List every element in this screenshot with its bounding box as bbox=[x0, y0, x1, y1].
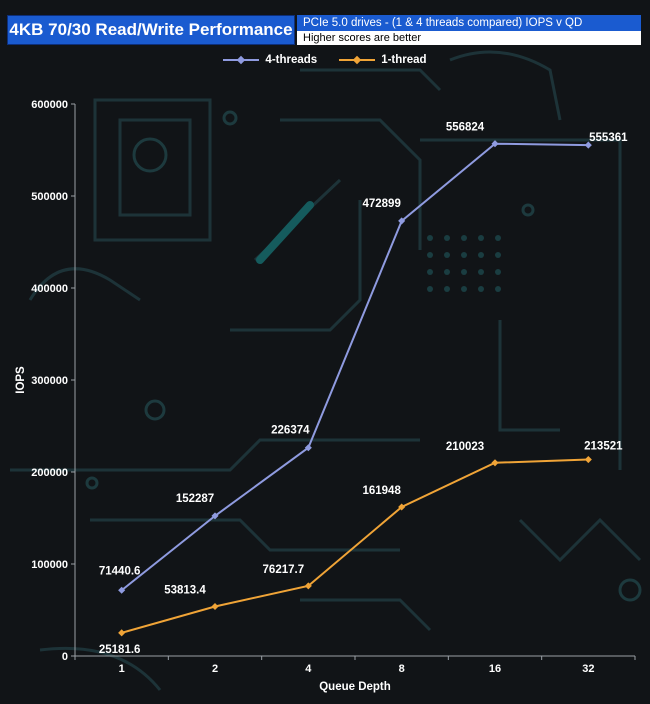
circuit-dot bbox=[427, 286, 433, 292]
circuit-dot bbox=[444, 269, 450, 275]
data-label-4-threads: 226374 bbox=[271, 425, 310, 437]
data-label-1-thread: 76217.7 bbox=[263, 564, 305, 576]
circuit-dot bbox=[495, 235, 501, 241]
circuit-dot bbox=[444, 286, 450, 292]
data-label-4-threads: 556824 bbox=[446, 122, 485, 134]
circuit-trace bbox=[10, 438, 420, 472]
circuit-trace bbox=[90, 518, 400, 552]
data-label-1-thread: 161948 bbox=[362, 485, 401, 497]
circuit-background bbox=[10, 50, 642, 691]
legend-swatch-4-threads bbox=[223, 55, 260, 65]
x-tick-label: 8 bbox=[399, 663, 405, 675]
chart-labels: 71440.6 152287 226374 472899 556824 555361 251… bbox=[99, 122, 628, 656]
data-point-1-thread bbox=[118, 629, 126, 637]
chart-subtitle: PCIe 5.0 drives - (1 & 4 threads compare… bbox=[297, 15, 641, 31]
circuit-trace bbox=[280, 118, 422, 250]
chart-legend: 4-threads 1-thread bbox=[0, 54, 650, 66]
circuit-trace bbox=[300, 68, 442, 92]
circuit-dot bbox=[495, 252, 501, 258]
x-tick-label: 2 bbox=[212, 663, 218, 675]
circuit-node bbox=[85, 476, 99, 490]
circuit-dot bbox=[427, 269, 433, 275]
data-point-1-thread bbox=[584, 456, 592, 464]
circuit-trace bbox=[420, 138, 622, 470]
data-point-1-thread bbox=[211, 602, 219, 611]
x-axis-label: Queue Depth bbox=[319, 681, 391, 693]
y-tick-label: 300000 bbox=[31, 375, 68, 387]
data-label-1-thread: 210023 bbox=[446, 441, 484, 453]
circuit-dot bbox=[495, 269, 501, 275]
circuit-dot bbox=[444, 252, 450, 258]
legend-item-1-thread: 1-thread bbox=[339, 54, 427, 66]
data-label-1-thread: 25181.6 bbox=[99, 644, 141, 656]
chart-canvas: 0 100000 200000 300000 400000 500000 600000 1 2 4… bbox=[10, 50, 642, 693]
data-label-4-threads: 472899 bbox=[362, 198, 400, 210]
y-tick-label: 500000 bbox=[31, 191, 68, 203]
circuit-dot bbox=[461, 235, 467, 241]
chart-title: 4KB 70/30 Read/Write Performance bbox=[7, 15, 295, 45]
y-axis-label: IOPS bbox=[15, 366, 27, 394]
circuit-dot bbox=[461, 269, 467, 275]
y-tick-label: 0 bbox=[62, 651, 68, 663]
circuit-node bbox=[222, 110, 238, 126]
chart-note: Higher scores are better bbox=[297, 31, 641, 45]
circuit-dot bbox=[478, 269, 484, 275]
legend-label-4-threads: 4-threads bbox=[265, 54, 318, 66]
circuit-dot bbox=[461, 252, 467, 258]
circuit-dot bbox=[427, 235, 433, 241]
circuit-dot bbox=[478, 252, 484, 258]
circuit-node bbox=[144, 399, 166, 421]
data-label-4-threads: 555361 bbox=[589, 132, 628, 144]
circuit-dot bbox=[427, 252, 433, 258]
circuit-node bbox=[618, 578, 642, 602]
x-tick-label: 16 bbox=[489, 663, 501, 675]
x-tick-label: 32 bbox=[582, 663, 594, 675]
legend-label-1-thread: 1-thread bbox=[381, 54, 427, 66]
circuit-dot bbox=[444, 235, 450, 241]
data-label-1-thread: 213521 bbox=[584, 441, 623, 453]
chart-frame: 0 100000 200000 300000 400000 500000 600000 1 2 4… bbox=[0, 0, 650, 704]
series-line-1-thread bbox=[121, 458, 589, 634]
y-tick-label: 100000 bbox=[31, 559, 68, 571]
y-tick-label: 200000 bbox=[31, 467, 68, 479]
circuit-dot bbox=[478, 286, 484, 292]
data-point-1-thread bbox=[491, 459, 499, 467]
circuit-dot bbox=[461, 286, 467, 292]
series-line-4-threads bbox=[121, 142, 589, 592]
y-tick-label: 400000 bbox=[31, 283, 68, 295]
legend-swatch-1-thread bbox=[339, 55, 376, 65]
x-tick-label: 1 bbox=[119, 663, 125, 675]
legend-item-4-threads: 4-threads bbox=[223, 54, 317, 66]
circuit-trace bbox=[118, 118, 192, 217]
x-tick-label: 4 bbox=[305, 663, 312, 675]
data-label-1-thread: 53813.4 bbox=[164, 584, 206, 596]
circuit-node bbox=[521, 203, 535, 217]
circuit-dot bbox=[478, 235, 484, 241]
circuit-dot bbox=[495, 286, 501, 292]
data-label-4-threads: 71440.6 bbox=[99, 565, 141, 577]
chart-axes: 0 100000 200000 300000 400000 500000 600000 1 2 4… bbox=[15, 99, 636, 693]
circuit-trace bbox=[498, 320, 560, 432]
data-label-4-threads: 152287 bbox=[176, 493, 214, 505]
circuit-trace bbox=[518, 517, 642, 563]
circuit-highlight bbox=[256, 201, 314, 264]
circuit-node bbox=[132, 137, 168, 173]
y-tick-label: 600000 bbox=[31, 99, 68, 111]
circuit-trace bbox=[300, 598, 432, 632]
